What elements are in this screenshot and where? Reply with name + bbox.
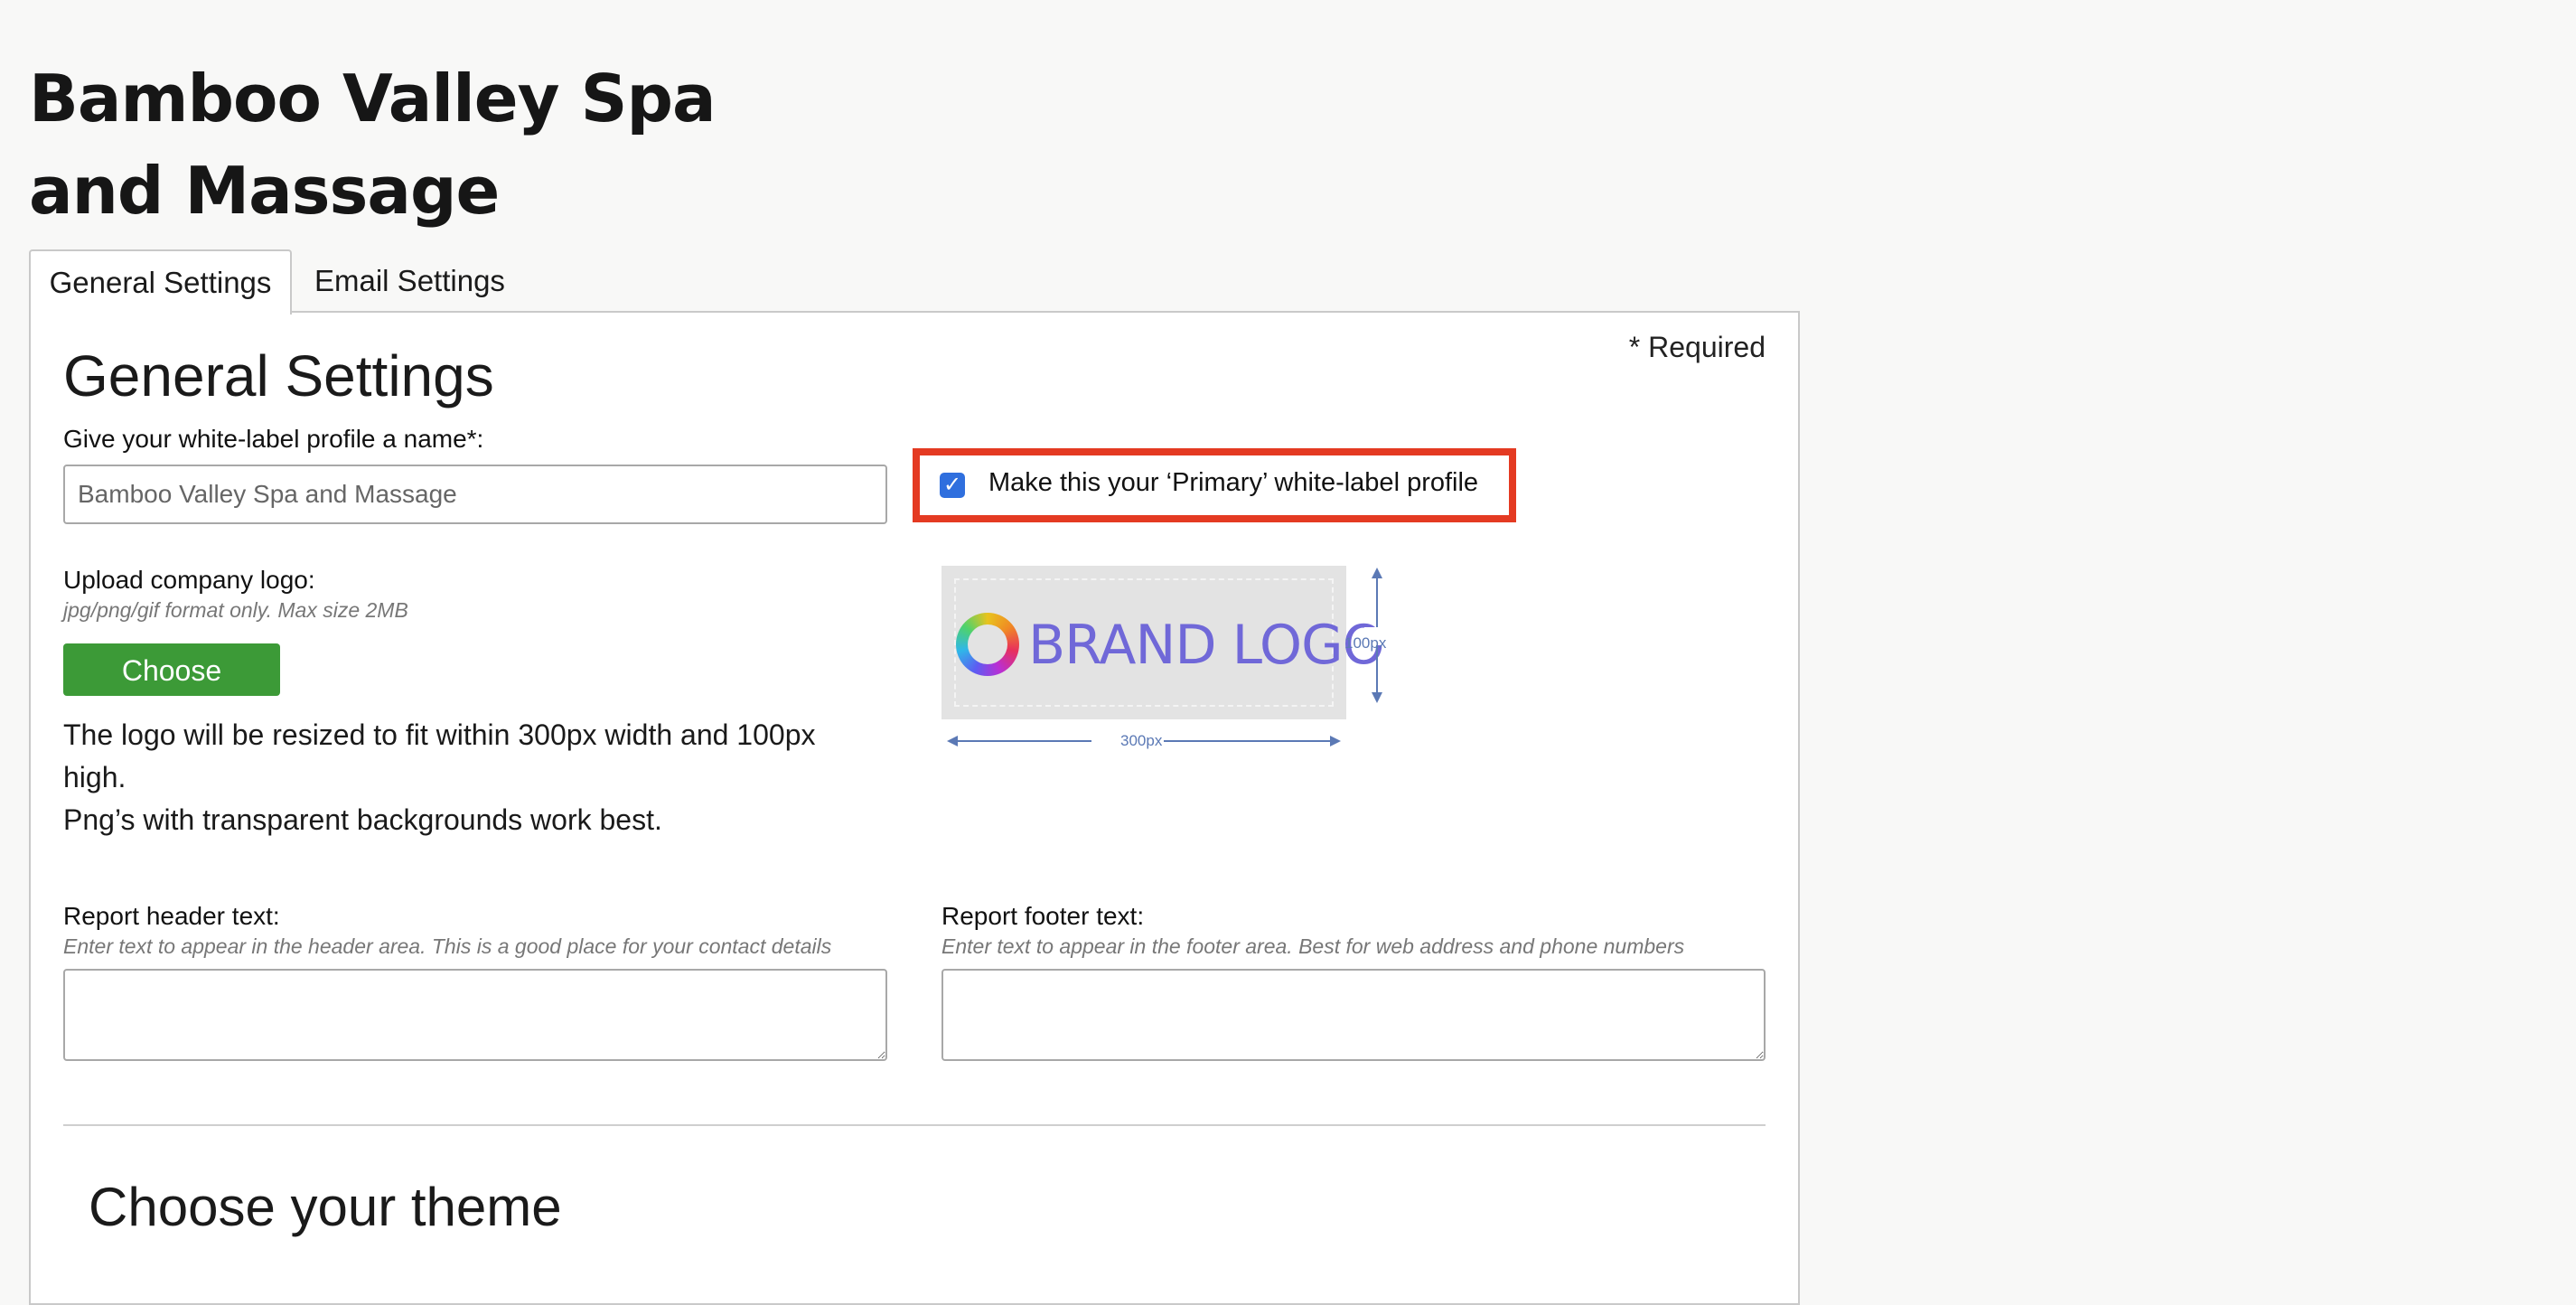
logo-label: Upload company logo:: [63, 566, 315, 594]
logo-info-line-1: The logo will be resized to fit within 3…: [63, 718, 816, 751]
logo-info-line-3: Png’s with transparent backgrounds work …: [63, 803, 662, 836]
logo-info-line-2: high.: [63, 761, 126, 793]
theme-heading: Choose your theme: [89, 1177, 562, 1237]
arrow-left-icon: [947, 736, 958, 746]
primary-profile-checkbox[interactable]: ✓: [940, 473, 965, 498]
primary-profile-highlight: ✓ Make this your ‘Primary’ white-label p…: [913, 448, 1516, 522]
width-dimension-label: 300px: [1120, 732, 1163, 749]
choose-image-button[interactable]: Choose Image...: [63, 643, 280, 739]
report-header-hint: Enter text to appear in the header area.…: [63, 934, 832, 958]
report-footer-hint: Enter text to appear in the footer area.…: [941, 934, 1685, 958]
profile-name-input[interactable]: [63, 465, 887, 524]
logo-hint: jpg/png/gif format only. Max size 2MB: [63, 598, 408, 622]
section-heading: General Settings: [63, 343, 494, 408]
section-divider: [63, 1124, 1766, 1126]
page-title: Bamboo Valley Spa and Massage: [29, 61, 717, 229]
tab-email-settings[interactable]: Email Settings: [314, 249, 531, 313]
profile-name-label: Give your white-label profile a name*:: [63, 425, 484, 453]
report-header-label: Report header text:: [63, 902, 280, 930]
report-header-textarea[interactable]: [63, 969, 887, 1061]
tab-general-settings[interactable]: General Settings: [29, 249, 292, 315]
logo-info: The logo will be resized to fit within 3…: [63, 714, 895, 841]
general-settings-panel: General Settings * Required Give your wh…: [29, 311, 1800, 1305]
report-footer-label: Report footer text:: [941, 902, 1145, 930]
arrow-down-icon: [1372, 692, 1382, 703]
required-note: * Required: [1628, 331, 1766, 363]
report-footer-textarea[interactable]: [941, 969, 1766, 1061]
height-dimension-label: 100px: [1344, 634, 1387, 652]
primary-profile-label[interactable]: Make this your ‘Primary’ white-label pro…: [988, 468, 1478, 498]
arrow-up-icon: [1372, 568, 1382, 578]
logo-dimension-guides: [947, 568, 1391, 746]
arrow-right-icon: [1330, 736, 1341, 746]
